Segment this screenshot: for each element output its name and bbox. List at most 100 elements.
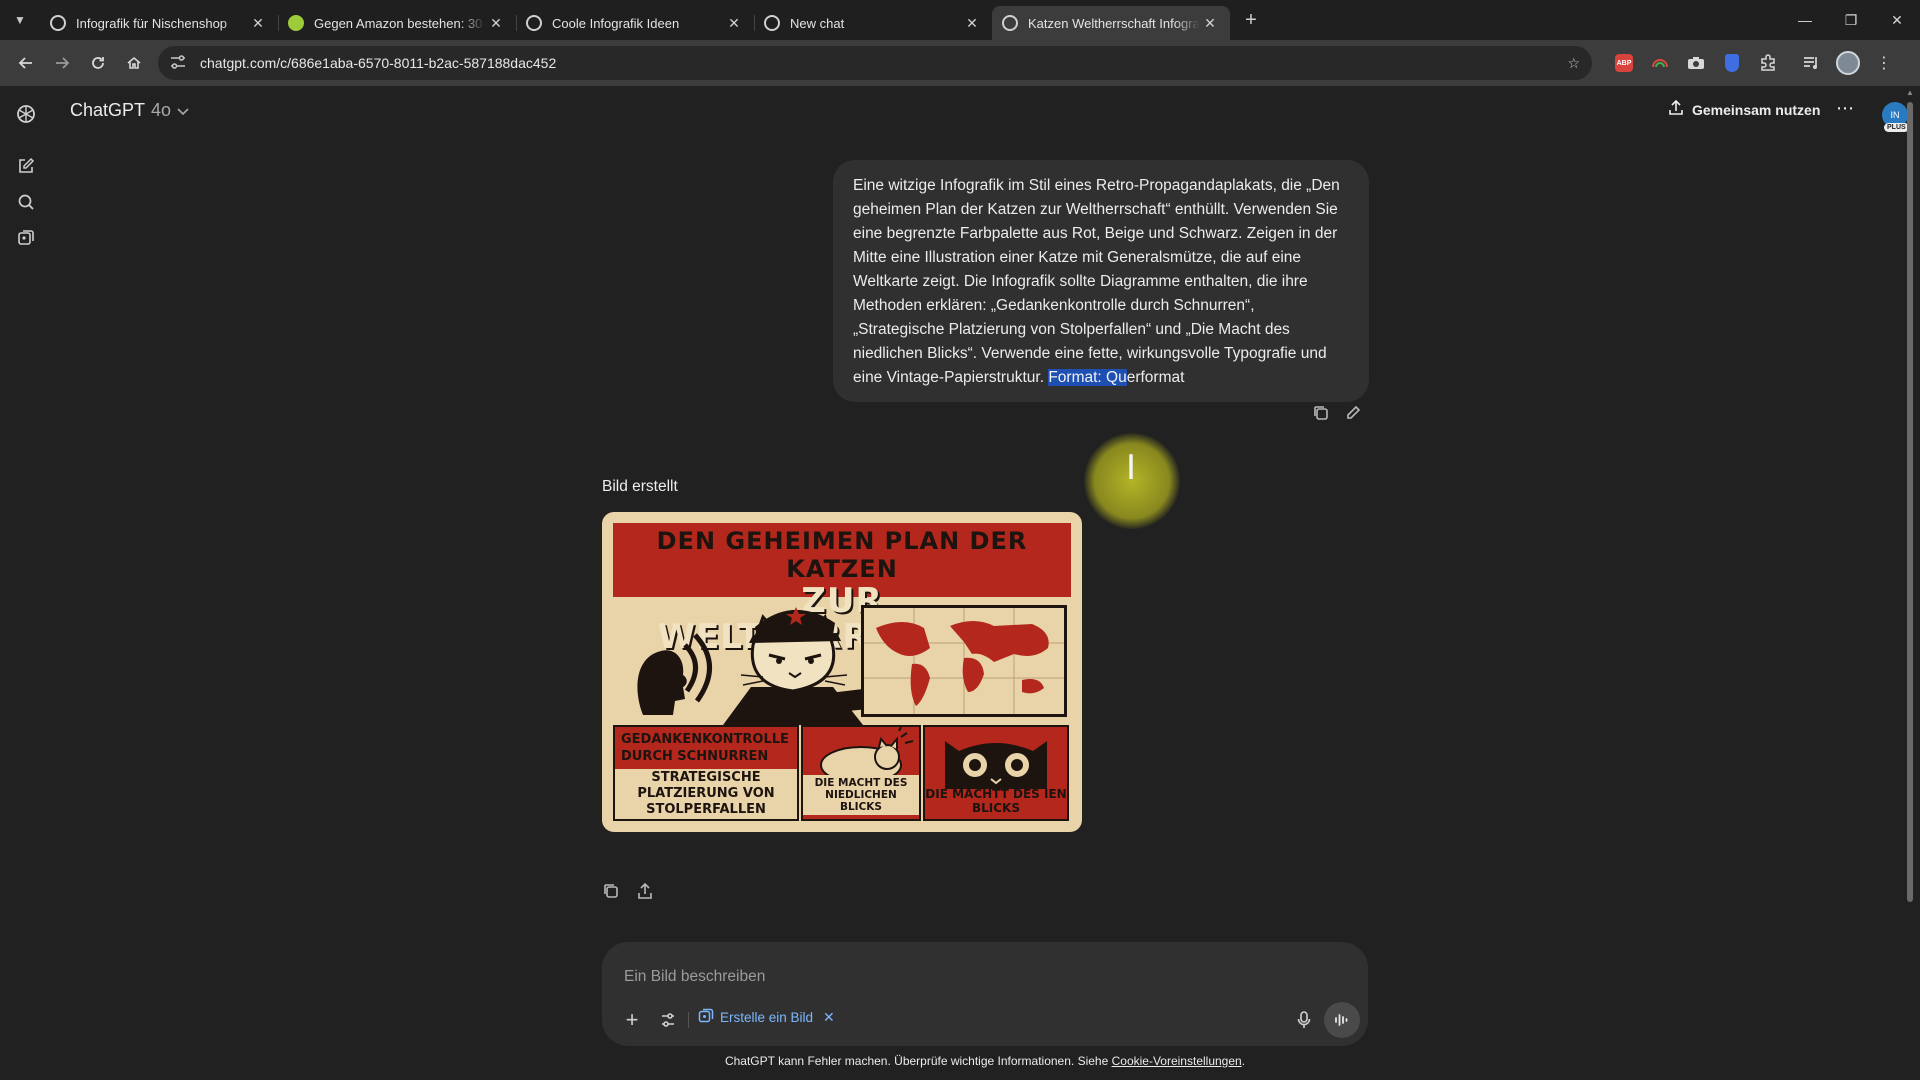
selected-text: Format: Qu: [1048, 369, 1127, 386]
tools-sliders-icon[interactable]: [654, 1006, 682, 1034]
tab-close-icon[interactable]: ✕: [248, 15, 268, 32]
scrollbar[interactable]: ▲: [1906, 88, 1914, 922]
composer-divider: [688, 1012, 689, 1028]
chip-label: Erstelle ein Bild: [720, 1010, 814, 1025]
new-tab-plus-icon[interactable]: +: [1234, 9, 1268, 32]
abp-icon[interactable]: ABP: [1606, 45, 1642, 81]
chatgpt-app: ChatGPT 4o Gemeinsam nutzen ⋯ IN PLUS Ei…: [0, 86, 1920, 1080]
create-image-chip[interactable]: Erstelle ein Bild ✕: [698, 1008, 835, 1027]
tab-search-chevron-icon[interactable]: ▼: [0, 0, 40, 40]
tab-title: Gegen Amazon bestehen: 30 Ti: [314, 15, 486, 31]
poster-panel4-text: DIE MACHTT DES IEN BLICKS: [925, 787, 1067, 815]
cookie-settings-link[interactable]: Cookie-Voreinstellungen: [1112, 1054, 1242, 1068]
chatgpt-favicon-icon: [764, 15, 780, 31]
browser-tab-active[interactable]: Katzen Weltherrschaft Infografik ✕: [992, 6, 1230, 40]
image-actions: [602, 882, 654, 905]
user-message-text-end: erformat: [1126, 369, 1185, 386]
poster-panel-cute-look: DIE MACHT DES NIEDLICHEN BLICKS: [801, 725, 921, 821]
browser-tab[interactable]: New chat ✕: [754, 6, 992, 40]
tab-close-icon[interactable]: ✕: [962, 15, 982, 32]
disclaimer: ChatGPT kann Fehler machen. Überprüfe wi…: [0, 1054, 1920, 1068]
browser-toolbar: chatgpt.com/c/686e1aba-6570-8011-b2ac-58…: [0, 40, 1920, 86]
generated-image[interactable]: DEN GEHEIMEN PLAN DER KATZEN ZUR WELTHER…: [602, 512, 1082, 832]
disclaimer-end: .: [1241, 1054, 1246, 1068]
bookmark-star-icon[interactable]: ☆: [1567, 55, 1580, 72]
voice-mode-button[interactable]: [1324, 1002, 1360, 1038]
poster-title: DEN GEHEIMEN PLAN DER KATZEN ZUR WELTHER…: [613, 523, 1071, 655]
microphone-icon[interactable]: [1290, 1006, 1318, 1034]
browser-menu-icon[interactable]: ⋮: [1866, 45, 1902, 81]
chip-remove-icon[interactable]: ✕: [823, 1009, 835, 1026]
rainbow-icon[interactable]: [1642, 45, 1678, 81]
left-rail: [0, 86, 52, 1080]
scroll-up-arrow-icon[interactable]: ▲: [1906, 88, 1914, 97]
tab-title: Coole Infografik Ideen: [552, 15, 680, 31]
user-message-text: Eine witzige Infografik im Stil eines Re…: [853, 177, 1340, 386]
media-icon[interactable]: [1794, 45, 1830, 81]
home-icon[interactable]: [116, 45, 152, 81]
url-text: chatgpt.com/c/686e1aba-6570-8011-b2ac-58…: [200, 55, 557, 71]
tab-title: Infografik für Nischenshop: [76, 15, 228, 31]
address-bar[interactable]: chatgpt.com/c/686e1aba-6570-8011-b2ac-58…: [158, 46, 1592, 80]
openai-logo-icon[interactable]: [14, 102, 38, 126]
composer-placeholder[interactable]: Ein Bild beschreiben: [624, 968, 765, 986]
minimize-icon[interactable]: —: [1782, 0, 1828, 40]
poster-title-line1: DEN GEHEIMEN PLAN DER KATZEN: [656, 527, 1028, 583]
disclaimer-text: ChatGPT kann Fehler machen. Überprüfe wi…: [724, 1054, 1112, 1068]
add-attachment-icon[interactable]: +: [618, 1006, 646, 1034]
message-composer[interactable]: Ein Bild beschreiben + Erstelle ein Bild…: [602, 942, 1368, 1046]
share-label: Gemeinsam nutzen: [1692, 101, 1821, 118]
chatgpt-favicon-icon: [526, 15, 542, 31]
assistant-status: Bild erstellt: [602, 478, 678, 495]
extensions-area: ABP ⋮: [1606, 45, 1902, 81]
abp-badge: ABP: [1615, 54, 1633, 72]
chevron-down-icon: [177, 100, 189, 121]
library-icon[interactable]: [14, 226, 38, 250]
reload-icon[interactable]: [80, 45, 116, 81]
window-controls: — ❐ ✕: [1782, 0, 1920, 40]
model-version: 4o: [151, 100, 172, 120]
back-arrow-icon[interactable]: [8, 45, 44, 81]
puzzle-icon[interactable]: [1750, 45, 1786, 81]
share-upload-icon[interactable]: [636, 882, 654, 905]
bitwarden-shield-icon[interactable]: [1714, 45, 1750, 81]
search-icon[interactable]: [14, 190, 38, 214]
voice-waveform-icon: [1335, 1014, 1348, 1026]
tab-title: New chat: [790, 15, 845, 31]
more-options-icon[interactable]: ⋯: [1836, 98, 1855, 119]
user-message-actions: [1312, 404, 1362, 427]
browser-tab-bar: ▼ Infografik für Nischenshop ✕ Gegen Ama…: [0, 0, 1920, 40]
poster-panel-purring: GEDANKENKONTROLLE DURCH SCHNURREN STRATE…: [613, 725, 799, 821]
copy-icon[interactable]: [1312, 404, 1330, 427]
chatgpt-favicon-icon: [50, 15, 66, 31]
edit-pencil-icon[interactable]: [1344, 404, 1362, 427]
share-button[interactable]: Gemeinsam nutzen: [1668, 99, 1821, 119]
poster-panel-big-eyes: DIE MACHTT DES IEN BLICKS: [923, 725, 1069, 821]
browser-tab[interactable]: Gegen Amazon bestehen: 30 Ti ✕: [278, 6, 516, 40]
restore-icon[interactable]: ❐: [1828, 0, 1874, 40]
profile-icon[interactable]: [1830, 45, 1866, 81]
world-map-illustration: [861, 605, 1067, 717]
browser-tab[interactable]: Infografik für Nischenshop ✕: [40, 6, 278, 40]
model-name: ChatGPT: [70, 100, 146, 120]
poster-panel2-text: STRATEGISCHE PLATZIERUNG VON STOLPERFALL…: [615, 769, 797, 819]
share-upload-icon: [1668, 99, 1684, 119]
window-close-icon[interactable]: ✕: [1874, 0, 1920, 40]
tab-close-icon[interactable]: ✕: [724, 15, 744, 32]
text-cursor-icon: I: [1126, 448, 1137, 488]
chatgpt-favicon-icon: [1002, 15, 1018, 31]
big-eyed-cat-illustration: [945, 741, 1047, 789]
new-chat-icon[interactable]: [14, 154, 38, 178]
copy-icon[interactable]: [602, 882, 620, 905]
model-picker[interactable]: ChatGPT 4o: [70, 100, 189, 121]
forward-arrow-icon[interactable]: [44, 45, 80, 81]
poster-panel1-text: GEDANKENKONTROLLE DURCH SCHNURREN: [621, 732, 789, 764]
tab-close-icon[interactable]: ✕: [1200, 15, 1220, 32]
poster-panel3-text: DIE MACHT DES NIEDLICHEN BLICKS: [803, 775, 919, 815]
site-info-icon[interactable]: [170, 54, 192, 72]
browser-tab[interactable]: Coole Infografik Ideen ✕: [516, 6, 754, 40]
tab-close-icon[interactable]: ✕: [486, 15, 506, 32]
scrollbar-thumb[interactable]: [1907, 102, 1913, 902]
plan-badge: PLUS: [1884, 123, 1909, 132]
camera-icon[interactable]: [1678, 45, 1714, 81]
